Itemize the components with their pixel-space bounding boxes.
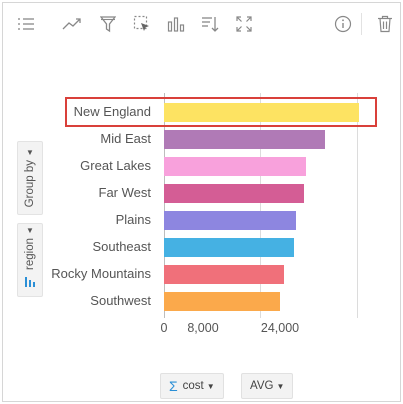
group-by-button[interactable]: ▼ Group by	[17, 141, 43, 215]
aggregation-label: AVG	[250, 380, 274, 392]
measure-dropdown[interactable]: Σ cost ▼	[160, 373, 224, 399]
bar[interactable]	[164, 292, 280, 311]
category-label: Great Lakes	[80, 158, 151, 173]
bar[interactable]	[164, 157, 306, 176]
x-tick-label: 24,000	[260, 321, 300, 335]
bar[interactable]	[164, 211, 296, 230]
sum-icon: Σ	[169, 378, 178, 394]
select-icon[interactable]	[129, 11, 155, 37]
bar[interactable]	[164, 238, 294, 257]
bar[interactable]	[164, 265, 284, 284]
expand-icon[interactable]	[231, 11, 257, 37]
group-by-label: Group by	[24, 159, 36, 208]
filter-icon[interactable]	[95, 11, 121, 37]
measure-label: cost	[182, 380, 204, 392]
region-field-button[interactable]: ▼ region	[17, 223, 43, 297]
caret-down-icon: ▼	[276, 381, 285, 391]
bar[interactable]	[164, 130, 325, 149]
x-tick-label: 0	[160, 321, 168, 335]
caret-down-icon: ▼	[26, 147, 34, 157]
bar-chart-icon	[24, 275, 36, 293]
sort-icon[interactable]	[197, 11, 223, 37]
selection-highlight	[65, 97, 377, 127]
chart-card: ▼ Group by ▼ region New England Mid East G…	[2, 2, 401, 402]
region-label: region	[24, 237, 36, 270]
list-icon[interactable]	[13, 11, 39, 37]
aggregation-dropdown[interactable]: AVG ▼	[241, 373, 294, 399]
bar[interactable]	[164, 184, 304, 203]
category-label: Southwest	[90, 293, 151, 308]
toolbar-divider	[361, 13, 362, 35]
caret-down-icon: ▼	[26, 225, 34, 235]
trash-icon[interactable]	[372, 11, 398, 37]
category-label: Far West	[98, 185, 152, 200]
trend-icon[interactable]	[59, 11, 85, 37]
category-label: Mid East	[100, 131, 151, 146]
category-label: Southeast	[92, 239, 151, 254]
chart-toolbar	[3, 3, 400, 45]
x-tick-label: 8,000	[187, 321, 219, 335]
caret-down-icon: ▼	[206, 381, 215, 391]
chart-type-icon[interactable]	[163, 11, 189, 37]
info-icon[interactable]	[330, 11, 356, 37]
category-label: Rocky Mountains	[51, 266, 151, 281]
category-label: Plains	[115, 212, 151, 227]
